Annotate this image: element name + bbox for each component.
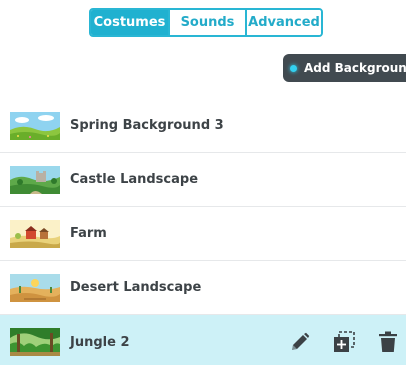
background-name: Jungle 2 [70, 334, 130, 350]
list-item[interactable]: Farm [0, 207, 406, 261]
tab-sounds[interactable]: Sounds [168, 10, 245, 35]
trash-icon[interactable] [376, 330, 400, 354]
list-item-selected[interactable]: Jungle 2 [0, 315, 406, 365]
tab-bar: Costumes Sounds Advanced [89, 8, 323, 37]
desert-thumbnail [10, 273, 60, 302]
add-background-button[interactable]: Add Background [283, 54, 406, 82]
background-name: Castle Landscape [70, 172, 199, 187]
list-item[interactable]: Castle Landscape [0, 153, 406, 207]
row-actions [268, 315, 400, 365]
plus-dot-icon [290, 64, 297, 72]
list-item[interactable]: Desert Landscape [0, 261, 406, 315]
background-name: Desert Landscape [70, 280, 202, 295]
costume-panel: Costumes Sounds Advanced Add Background [0, 0, 406, 365]
add-background-label: Add Background [304, 61, 406, 75]
background-list: Spring Background 3 Castle Landscape Far… [0, 99, 406, 365]
jungle-thumbnail [10, 328, 60, 356]
tab-advanced[interactable]: Advanced [245, 10, 321, 35]
pencil-icon[interactable] [288, 330, 312, 354]
farm-thumbnail [10, 219, 60, 248]
background-name: Spring Background 3 [70, 118, 224, 133]
background-name: Farm [70, 226, 107, 241]
duplicate-icon[interactable] [332, 330, 356, 354]
spring-thumbnail [10, 111, 60, 140]
list-item[interactable]: Spring Background 3 [0, 99, 406, 153]
castle-thumbnail [10, 165, 60, 194]
tab-costumes[interactable]: Costumes [91, 10, 168, 35]
